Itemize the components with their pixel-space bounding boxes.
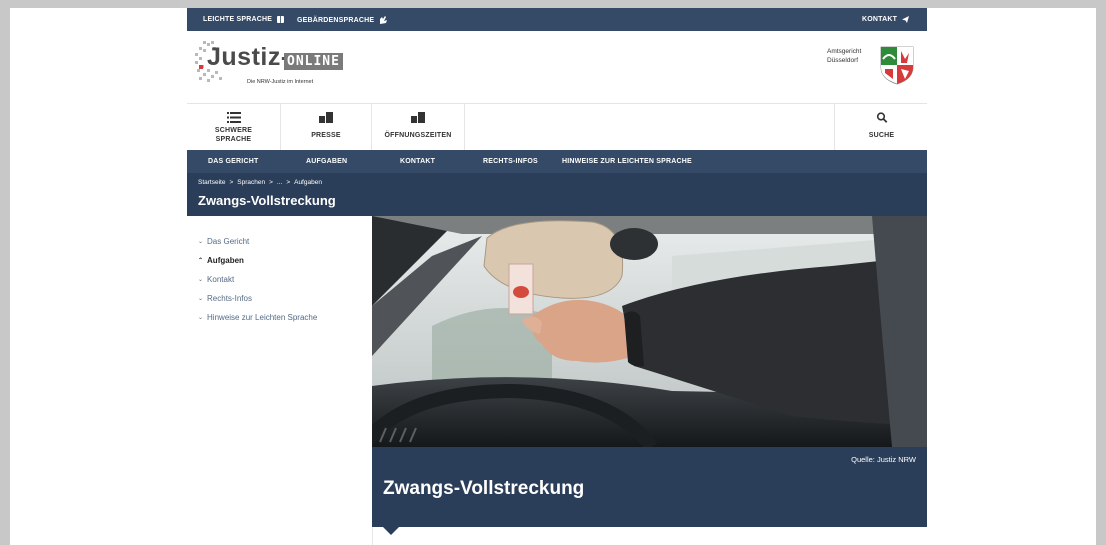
- breadcrumb: Startseite > Sprachen > ... > Aufgaben: [198, 179, 322, 186]
- site-header: Justiz- ONLINE Die NRW-Justiz im Interne…: [187, 31, 927, 104]
- hero-title: Zwangs-Vollstreckung: [383, 478, 585, 499]
- chevron-up-icon: ⌃: [198, 258, 204, 264]
- sidebar-item-label: Rechts-Infos: [207, 294, 252, 303]
- court-name-line1: Amtsgericht: [827, 48, 862, 55]
- search-icon: [876, 112, 887, 123]
- sidebar-item-aufgaben[interactable]: ⌃ Aufgaben: [198, 256, 244, 265]
- nav-das-gericht[interactable]: DAS GERICHT: [208, 158, 258, 165]
- sidebar-item-label: Hinweise zur Leichten Sprache: [207, 313, 318, 322]
- breadcrumb-startseite[interactable]: Startseite: [198, 179, 225, 186]
- gebaerdensprache-label: GEBÄRDENSPRACHE: [297, 16, 375, 24]
- chevron-down-icon: ⌄: [198, 296, 204, 302]
- kontakt-top-label: KONTAKT: [862, 16, 898, 23]
- court-name-line2: Düsseldorf: [827, 57, 859, 64]
- logo-tagline: Die NRW-Justiz im Internet: [247, 79, 314, 85]
- sidebar-item-label: Aufgaben: [207, 256, 244, 265]
- justiz-online-logo[interactable]: Justiz- ONLINE Die NRW-Justiz im Interne…: [193, 39, 343, 89]
- breadcrumb-ellipsis: ...: [276, 179, 283, 186]
- schwere-sprache-button[interactable]: SCHWERE SPRACHE: [187, 104, 281, 150]
- chevron-down-icon: ⌄: [198, 239, 204, 245]
- hero-image: [372, 216, 927, 447]
- caption-pointer: [383, 527, 399, 535]
- breadcrumb-aufgaben[interactable]: Aufgaben: [294, 179, 322, 186]
- court-name: Amtsgericht Düsseldorf: [827, 47, 883, 65]
- nrw-coat-of-arms-icon[interactable]: [879, 45, 915, 85]
- hero-caption-band: Quelle: Justiz NRW Zwangs-Vollstreckung: [372, 447, 927, 527]
- service-navigation: SCHWERE SPRACHE PRESSE ÖFFNUNGSZEITEN SU…: [187, 104, 927, 151]
- list-icon: [226, 112, 241, 123]
- sidebar-item-rechts-infos[interactable]: ⌄ Rechts-Infos: [198, 294, 252, 303]
- gebaerdensprache-link[interactable]: GEBÄRDENSPRACHE: [297, 15, 388, 25]
- leichte-sprache-link[interactable]: LEICHTE SPRACHE: [203, 15, 285, 24]
- schwere-sprache-label-2: SPRACHE: [215, 136, 252, 143]
- suche-button[interactable]: SUCHE: [834, 104, 927, 150]
- hand-sign-icon: [380, 16, 388, 24]
- leichte-sprache-label: LEICHTE SPRACHE: [203, 16, 273, 23]
- sidebar-navigation: ⌄ Das Gericht ⌃ Aufgaben ⌄ Kontakt ⌄ Rec…: [187, 216, 372, 545]
- oeffnungszeiten-label: ÖFFNUNGSZEITEN: [384, 132, 452, 139]
- presse-button[interactable]: PRESSE: [281, 104, 372, 150]
- press-icon: [319, 112, 333, 123]
- top-utility-bar: LEICHTE SPRACHE GEBÄRDENSPRACHE KONTAKT: [187, 8, 927, 31]
- chevron-down-icon: ⌄: [198, 277, 204, 283]
- suche-label: SUCHE: [868, 132, 895, 139]
- page-container: LEICHTE SPRACHE GEBÄRDENSPRACHE KONTAKT: [187, 8, 927, 545]
- breadcrumb-separator: >: [229, 179, 234, 186]
- oeffnungszeiten-button[interactable]: ÖFFNUNGSZEITEN: [372, 104, 465, 150]
- kontakt-top-link[interactable]: KONTAKT: [862, 15, 910, 24]
- chevron-down-icon: ⌄: [198, 315, 204, 321]
- logo-justiz-text: Justiz-: [207, 43, 290, 71]
- schwere-sprache-label-1: SCHWERE: [214, 127, 253, 134]
- send-arrow-icon: [902, 16, 910, 23]
- sidebar-item-label: Das Gericht: [207, 237, 250, 246]
- nav-aufgaben[interactable]: AUFGABEN: [306, 158, 347, 165]
- breadcrumb-separator: >: [286, 179, 291, 186]
- page-title: Zwangs-Vollstreckung: [198, 193, 336, 208]
- breadcrumb-sprachen[interactable]: Sprachen: [237, 179, 265, 186]
- opening-hours-icon: [411, 112, 425, 123]
- sidebar-item-label: Kontakt: [207, 275, 235, 284]
- presse-label: PRESSE: [311, 132, 341, 139]
- breadcrumb-separator: >: [269, 179, 273, 186]
- content-area: [372, 527, 927, 545]
- page-title-band: Startseite > Sprachen > ... > Aufgaben Z…: [187, 173, 927, 216]
- nav-hinweise-leichte-sprache[interactable]: HINWEISE ZUR LEICHTEN SPRACHE: [562, 158, 692, 165]
- image-source: Quelle: Justiz NRW: [851, 455, 916, 464]
- logo-online-text: ONLINE: [284, 53, 343, 70]
- book-icon: [277, 16, 285, 23]
- car-seal-photo: [372, 216, 927, 447]
- sidebar-item-hinweise[interactable]: ⌄ Hinweise zur Leichten Sprache: [198, 313, 317, 322]
- nav-kontakt[interactable]: KONTAKT: [400, 158, 435, 165]
- sidebar-item-das-gericht[interactable]: ⌄ Das Gericht: [198, 237, 249, 246]
- sidebar-item-kontakt[interactable]: ⌄ Kontakt: [198, 275, 234, 284]
- main-navigation: DAS GERICHT AUFGABEN KONTAKT RECHTS-INFO…: [187, 150, 927, 173]
- nav-rechts-infos[interactable]: RECHTS-INFOS: [483, 158, 538, 165]
